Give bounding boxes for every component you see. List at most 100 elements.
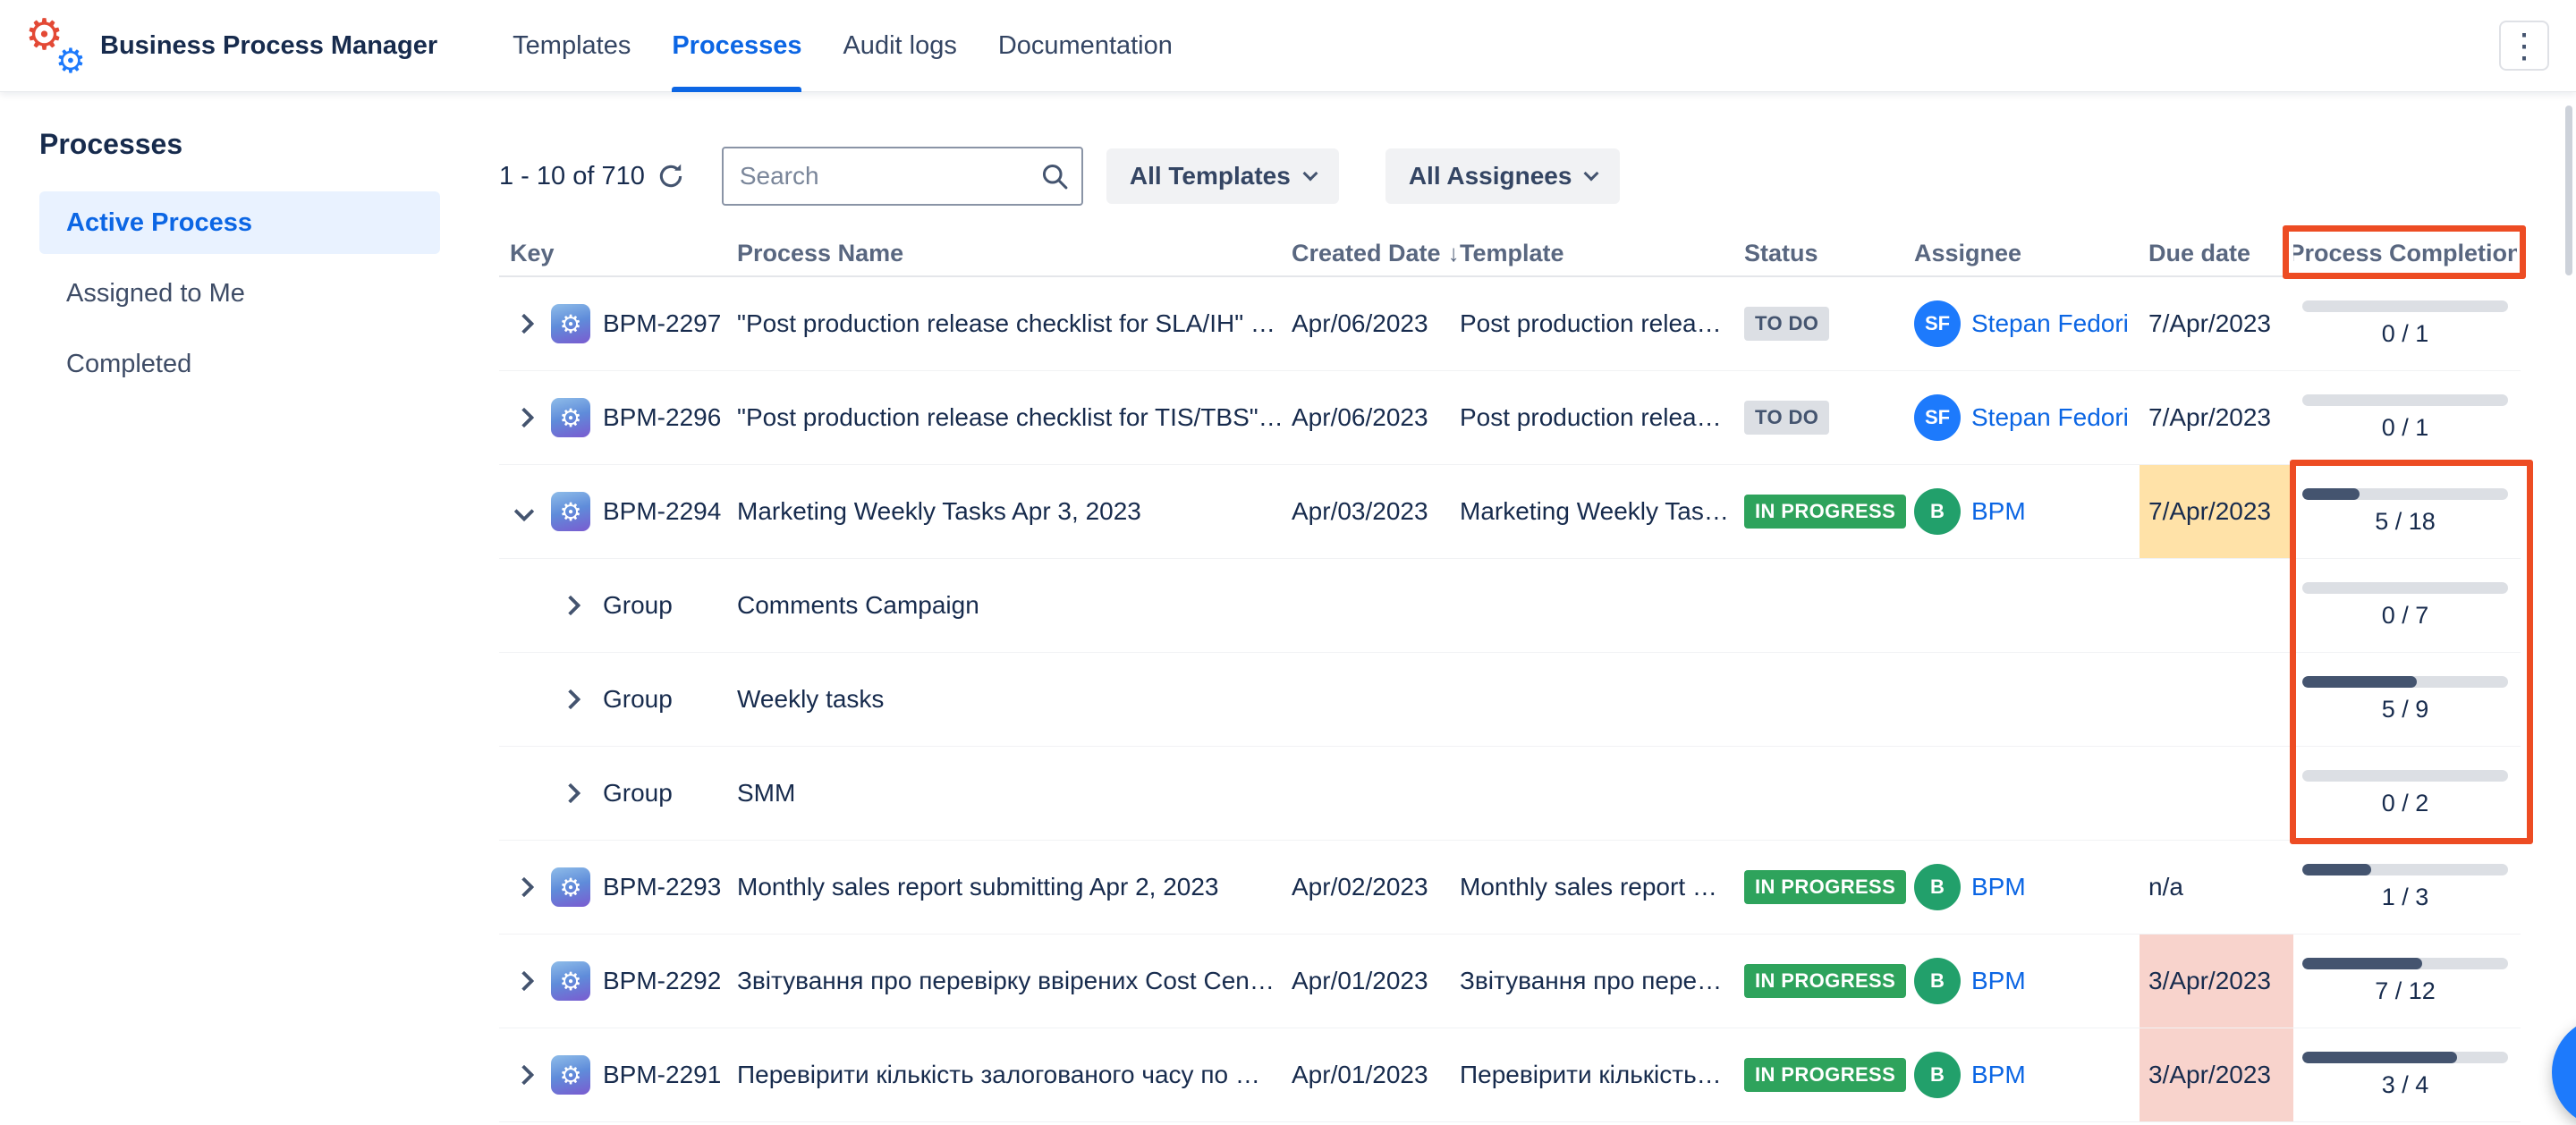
- process-completion-cell: 3 / 4: [2293, 1028, 2517, 1121]
- floating-action-button[interactable]: [2552, 1017, 2576, 1125]
- column-header-process-name[interactable]: Process Name: [737, 240, 1292, 267]
- app-title: Business Process Manager: [100, 31, 437, 61]
- expand-chevron-icon[interactable]: [514, 877, 535, 898]
- table-row[interactable]: ⚙ BPM-2293 Monthly sales report submitti…: [499, 841, 2521, 935]
- sidebar-item-assigned-to-me[interactable]: Assigned to Me: [39, 262, 440, 325]
- all-templates-label: All Templates: [1130, 162, 1291, 190]
- nav-audit-logs[interactable]: Audit logs: [843, 0, 956, 92]
- due-date: 7/Apr/2023: [2140, 371, 2293, 464]
- expand-chevron-icon[interactable]: [514, 1065, 535, 1086]
- chevron-down-icon: [1302, 166, 1318, 182]
- process-name[interactable]: SMM: [737, 747, 1292, 840]
- due-date: 7/Apr/2023: [2140, 465, 2293, 558]
- created-date-label: Created Date: [1292, 240, 1441, 266]
- template-name: [1460, 747, 1744, 840]
- progress-label: 1 / 3: [2382, 884, 2429, 911]
- column-header-due-date[interactable]: Due date: [2140, 240, 2293, 267]
- process-completion-cell: 0 / 1: [2293, 277, 2517, 370]
- table-row[interactable]: ⚙ BPM-2296 "Post production release chec…: [499, 371, 2521, 465]
- chevron-down-icon: [1584, 166, 1599, 182]
- table-row[interactable]: ⚙ BPM-2292 Звітування про перевірку ввір…: [499, 935, 2521, 1028]
- process-name[interactable]: Marketing Weekly Tasks Apr 3, 2023: [737, 465, 1292, 558]
- top-bar: ⚙ ⚙ Business Process Manager Templates P…: [0, 0, 2576, 92]
- all-assignees-label: All Assignees: [1409, 162, 1572, 190]
- assignee-name[interactable]: BPM: [1971, 873, 2026, 901]
- assignee-name[interactable]: BPM: [1971, 1061, 2026, 1089]
- progress-fill: [2302, 1052, 2457, 1063]
- assignee-cell: [1914, 747, 2140, 840]
- process-name[interactable]: Comments Campaign: [737, 559, 1292, 652]
- sidebar-item-completed[interactable]: Completed: [39, 333, 440, 395]
- sort-desc-icon: ↓: [1448, 240, 1460, 266]
- all-templates-dropdown[interactable]: All Templates: [1106, 148, 1339, 204]
- column-header-assignee[interactable]: Assignee: [1914, 240, 2140, 267]
- column-header-key[interactable]: Key: [499, 240, 737, 267]
- column-header-status[interactable]: Status: [1744, 240, 1914, 267]
- process-name[interactable]: Weekly tasks: [737, 653, 1292, 746]
- nav-processes[interactable]: Processes: [672, 0, 801, 92]
- nav-documentation[interactable]: Documentation: [998, 0, 1173, 92]
- process-key: BPM-2293: [603, 841, 737, 934]
- template-name: Перевірити кількість…: [1460, 1028, 1744, 1121]
- table-row[interactable]: ⚙ BPM-2294 Marketing Weekly Tasks Apr 3,…: [499, 465, 2521, 559]
- search-input[interactable]: [722, 147, 1083, 206]
- status-badge: TO DO: [1744, 401, 1829, 435]
- more-options-button[interactable]: ⋮: [2499, 21, 2549, 71]
- process-icon: ⚙: [551, 398, 590, 437]
- search-box: [722, 147, 1083, 206]
- assignee-name[interactable]: BPM: [1971, 967, 2026, 995]
- process-completion-cell: 0 / 7: [2293, 559, 2517, 652]
- assignee-name[interactable]: Stepan Fedori: [1971, 403, 2129, 432]
- progress-label: 5 / 18: [2375, 508, 2436, 536]
- expand-chevron-icon[interactable]: [561, 689, 581, 710]
- created-date: [1292, 747, 1460, 840]
- assignee-name[interactable]: BPM: [1971, 497, 2026, 526]
- process-name[interactable]: "Post production release checklist for S…: [737, 277, 1292, 370]
- scrollbar[interactable]: [2565, 106, 2572, 275]
- expand-chevron-icon[interactable]: [514, 971, 535, 992]
- toolbar: 1 - 10 of 710 All Templates All Assignee…: [499, 146, 2521, 207]
- due-date: [2140, 653, 2293, 746]
- expand-chevron-icon[interactable]: [514, 502, 535, 522]
- expand-chevron-icon[interactable]: [561, 596, 581, 616]
- progress-bar: [2302, 676, 2508, 688]
- progress-bar: [2302, 958, 2508, 969]
- expand-chevron-icon[interactable]: [514, 408, 535, 428]
- process-icon: ⚙: [551, 1055, 590, 1095]
- app-logo-icon: ⚙ ⚙: [25, 16, 84, 75]
- process-icon: ⚙: [551, 961, 590, 1001]
- process-name[interactable]: Monthly sales report submitting Apr 2, 2…: [737, 841, 1292, 934]
- status-badge: IN PROGRESS: [1744, 495, 1906, 529]
- refresh-icon[interactable]: [656, 161, 686, 191]
- process-key: Group: [603, 747, 737, 840]
- all-assignees-dropdown[interactable]: All Assignees: [1385, 148, 1621, 204]
- table-row[interactable]: ⚙ BPM-2291 Перевірити кількість залогова…: [499, 1028, 2521, 1122]
- avatar: SF: [1914, 394, 1961, 441]
- assignee-name[interactable]: Stepan Fedori: [1971, 309, 2129, 338]
- table-row[interactable]: ⚙ BPM-2297 "Post production release chec…: [499, 277, 2521, 371]
- progress-bar: [2302, 394, 2508, 406]
- created-date: [1292, 559, 1460, 652]
- column-header-process-completion[interactable]: Process Completion: [2293, 240, 2517, 267]
- column-header-template[interactable]: Template: [1460, 240, 1744, 267]
- expand-chevron-icon[interactable]: [561, 783, 581, 804]
- sidebar-item-active-process[interactable]: Active Process: [39, 191, 440, 254]
- due-date: 3/Apr/2023: [2140, 935, 2293, 1028]
- progress-fill: [2302, 864, 2371, 875]
- process-completion-cell: 1 / 3: [2293, 841, 2517, 934]
- column-header-created-date[interactable]: Created Date ↓: [1292, 240, 1460, 267]
- template-name: [1460, 653, 1744, 746]
- process-name[interactable]: Перевірити кількість залогованого часу п…: [737, 1028, 1292, 1121]
- process-name[interactable]: "Post production release checklist for T…: [737, 371, 1292, 464]
- table-row[interactable]: Group Comments Campaign 0 / 7: [499, 559, 2521, 653]
- table-row[interactable]: Group SMM 0 / 2: [499, 747, 2521, 841]
- assignee-cell: B BPM: [1914, 465, 2140, 558]
- process-name[interactable]: Звітування про перевірку ввірених Cost C…: [737, 935, 1292, 1028]
- process-key: Group: [603, 559, 737, 652]
- table-header: Key Process Name Created Date↓ Template …: [499, 231, 2521, 277]
- nav-templates[interactable]: Templates: [513, 0, 631, 92]
- progress-bar: [2302, 1052, 2508, 1063]
- process-completion-cell: 7 / 12: [2293, 935, 2517, 1028]
- expand-chevron-icon[interactable]: [514, 314, 535, 334]
- table-row[interactable]: Group Weekly tasks 5 / 9: [499, 653, 2521, 747]
